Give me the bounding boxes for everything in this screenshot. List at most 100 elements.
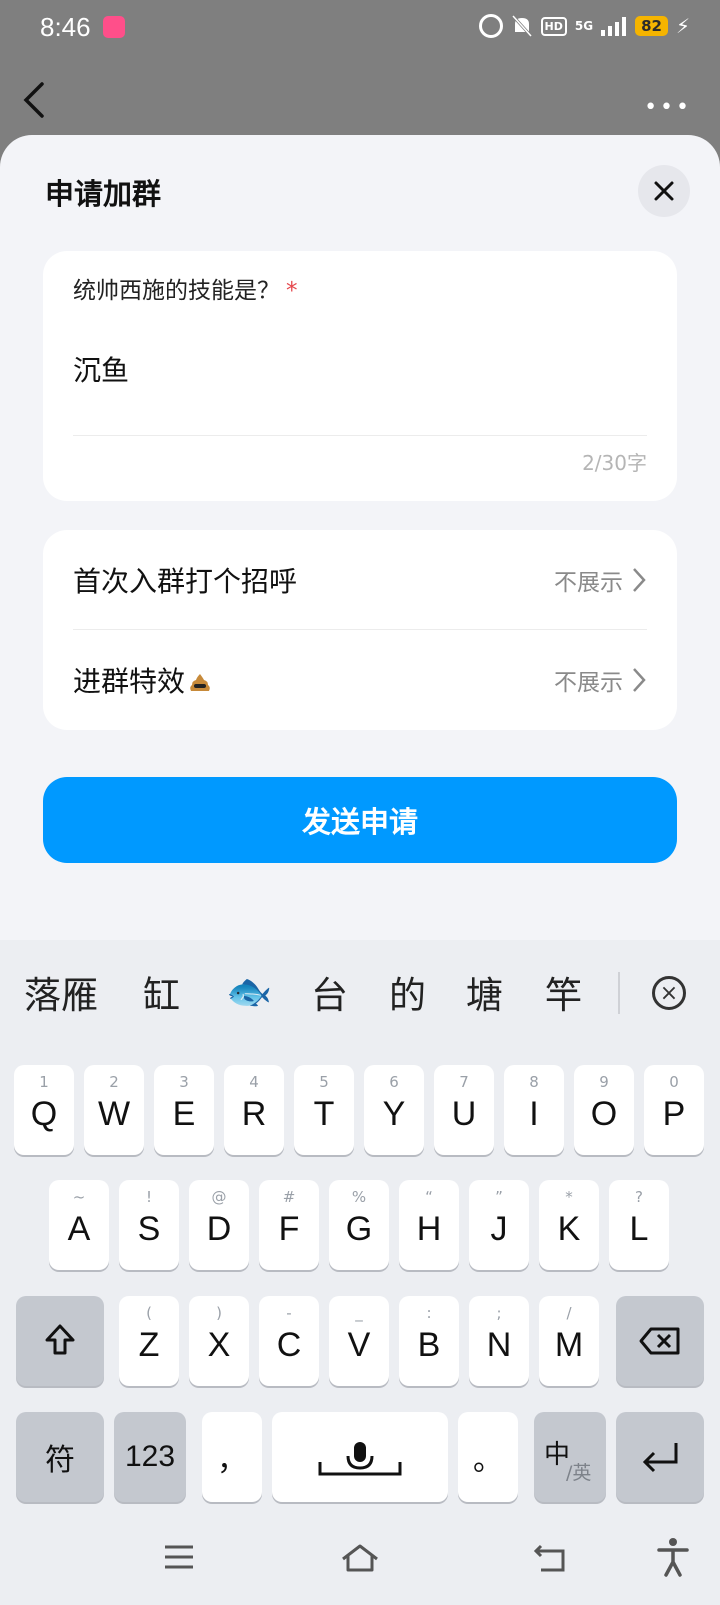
key-a[interactable]: ~ A	[49, 1180, 109, 1270]
shift-key[interactable]	[16, 1296, 104, 1386]
key-k[interactable]: * K	[539, 1180, 599, 1270]
required-mark: *	[286, 278, 298, 304]
comma-key[interactable]: ，	[202, 1412, 262, 1502]
key-y[interactable]: 6Y	[364, 1065, 424, 1155]
key-i[interactable]: 8I	[504, 1065, 564, 1155]
key-hint: 3	[179, 1073, 189, 1091]
charging-icon: ⚡	[675, 14, 690, 38]
space-key[interactable]	[272, 1412, 448, 1502]
key-letter: T	[313, 1095, 335, 1133]
key-letter: W	[97, 1095, 131, 1133]
sheet-title: 申请加群	[45, 177, 162, 211]
key-r[interactable]: 4R	[224, 1065, 284, 1155]
key-letter: R	[241, 1095, 267, 1133]
language-switch-key[interactable]: 中 /英	[534, 1412, 606, 1502]
key-letter: G	[345, 1210, 373, 1248]
key-letter: A	[67, 1210, 91, 1248]
more-options-icon[interactable]: •••	[644, 95, 692, 120]
send-request-button[interactable]: 发送申请	[43, 777, 677, 863]
key-hint: 8	[529, 1073, 539, 1091]
join-effect-text: 进群特效	[73, 665, 186, 698]
home-icon[interactable]	[340, 1543, 380, 1573]
key-c[interactable]: -C	[259, 1296, 319, 1386]
candidate-item[interactable]: 竿	[545, 965, 582, 1019]
join-effect-label: 进群特效	[73, 660, 554, 700]
key-q[interactable]: 1Q	[14, 1065, 74, 1155]
key-d[interactable]: @ D	[189, 1180, 249, 1270]
chevron-right-icon	[633, 668, 646, 692]
keyboard: 落雁 缸 🐟 台 的 塘 竿 × 1Q 2W 3E 4R 5T 6Y 7U 8I…	[0, 940, 720, 1605]
key-m[interactable]: / M	[539, 1296, 599, 1386]
key-hint: 7	[459, 1073, 469, 1091]
key-letter: Q	[30, 1095, 58, 1133]
key-g[interactable]: % G	[329, 1180, 389, 1270]
key-z[interactable]: (Z	[119, 1296, 179, 1386]
key-v[interactable]: _ V	[329, 1296, 389, 1386]
key-letter: D	[206, 1210, 232, 1248]
join-effect-row[interactable]: 进群特效 不展示	[73, 630, 647, 730]
key-p[interactable]: 0P	[644, 1065, 704, 1155]
key-n[interactable]: ; N	[469, 1296, 529, 1386]
accessibility-icon[interactable]	[656, 1537, 690, 1577]
key-f[interactable]: # F	[259, 1180, 319, 1270]
key-letter: L	[629, 1210, 649, 1248]
symbols-key[interactable]: 符	[16, 1412, 104, 1502]
greeting-row[interactable]: 首次入群打个招呼 不展示	[73, 530, 647, 630]
key-b[interactable]: :B	[399, 1296, 459, 1386]
key-x[interactable]: ) X	[189, 1296, 249, 1386]
greeting-value: 不展示	[554, 570, 623, 596]
divider	[73, 435, 647, 436]
key-t[interactable]: 5T	[294, 1065, 354, 1155]
network-type: 5G	[574, 19, 594, 33]
shift-icon	[45, 1324, 75, 1355]
menu-icon[interactable]	[163, 1543, 195, 1571]
key-hint: @	[211, 1188, 227, 1206]
key-hint: 5	[319, 1073, 329, 1091]
system-nav-bar	[0, 1515, 720, 1605]
options-card: 首次入群打个招呼 不展示 进群特效 不展示	[43, 530, 677, 730]
key-w[interactable]: 2W	[84, 1065, 144, 1155]
key-u[interactable]: 7U	[434, 1065, 494, 1155]
key-h[interactable]: “H	[399, 1180, 459, 1270]
microphone-icon	[318, 1442, 402, 1476]
key-hint: /	[566, 1304, 572, 1322]
key-s[interactable]: ! S	[119, 1180, 179, 1270]
back-icon[interactable]	[20, 80, 50, 120]
key-letter: J	[490, 1210, 508, 1248]
key-hint: %	[351, 1188, 367, 1206]
key-hint: ?	[635, 1188, 643, 1206]
candidate-item[interactable]: 落雁	[24, 965, 98, 1019]
key-letter: M	[554, 1326, 584, 1364]
close-candidates-icon[interactable]: ×	[652, 976, 686, 1010]
key-hint: ~	[72, 1188, 86, 1206]
key-e[interactable]: 3E	[154, 1065, 214, 1155]
key-letter: N	[486, 1326, 512, 1364]
top-bar: •••	[0, 60, 720, 135]
numbers-key[interactable]: 123	[114, 1412, 186, 1502]
key-l[interactable]: ? L	[609, 1180, 669, 1270]
key-hint: 4	[249, 1073, 259, 1091]
question-label: 统帅西施的技能是？ *	[73, 271, 298, 305]
key-hint: 0	[669, 1073, 679, 1091]
key-j[interactable]: ” J	[469, 1180, 529, 1270]
close-button[interactable]	[638, 165, 690, 217]
key-hint: #	[282, 1188, 296, 1206]
key-label: ，	[217, 1443, 247, 1478]
candidate-item[interactable]: 塘	[466, 965, 503, 1019]
candidate-item[interactable]: 🐟	[226, 970, 272, 1014]
key-o[interactable]: 9O	[574, 1065, 634, 1155]
question-text: 统帅西施的技能是？	[73, 278, 280, 304]
question-card: 统帅西施的技能是？ * 沉鱼 2/30字	[43, 251, 677, 501]
candidate-item[interactable]: 缸	[143, 965, 180, 1019]
candidate-item[interactable]: 台	[311, 965, 348, 1019]
candidate-item[interactable]: 的	[389, 965, 426, 1019]
key-letter: U	[451, 1095, 477, 1133]
period-key[interactable]: 。	[458, 1412, 518, 1502]
enter-key[interactable]	[616, 1412, 704, 1502]
key-hint: ”	[495, 1188, 503, 1206]
back-nav-icon[interactable]	[533, 1543, 567, 1573]
key-hint: 9	[599, 1073, 609, 1091]
answer-input[interactable]: 沉鱼	[73, 349, 129, 389]
char-count: 2/30字	[582, 451, 647, 475]
backspace-key[interactable]	[616, 1296, 704, 1386]
